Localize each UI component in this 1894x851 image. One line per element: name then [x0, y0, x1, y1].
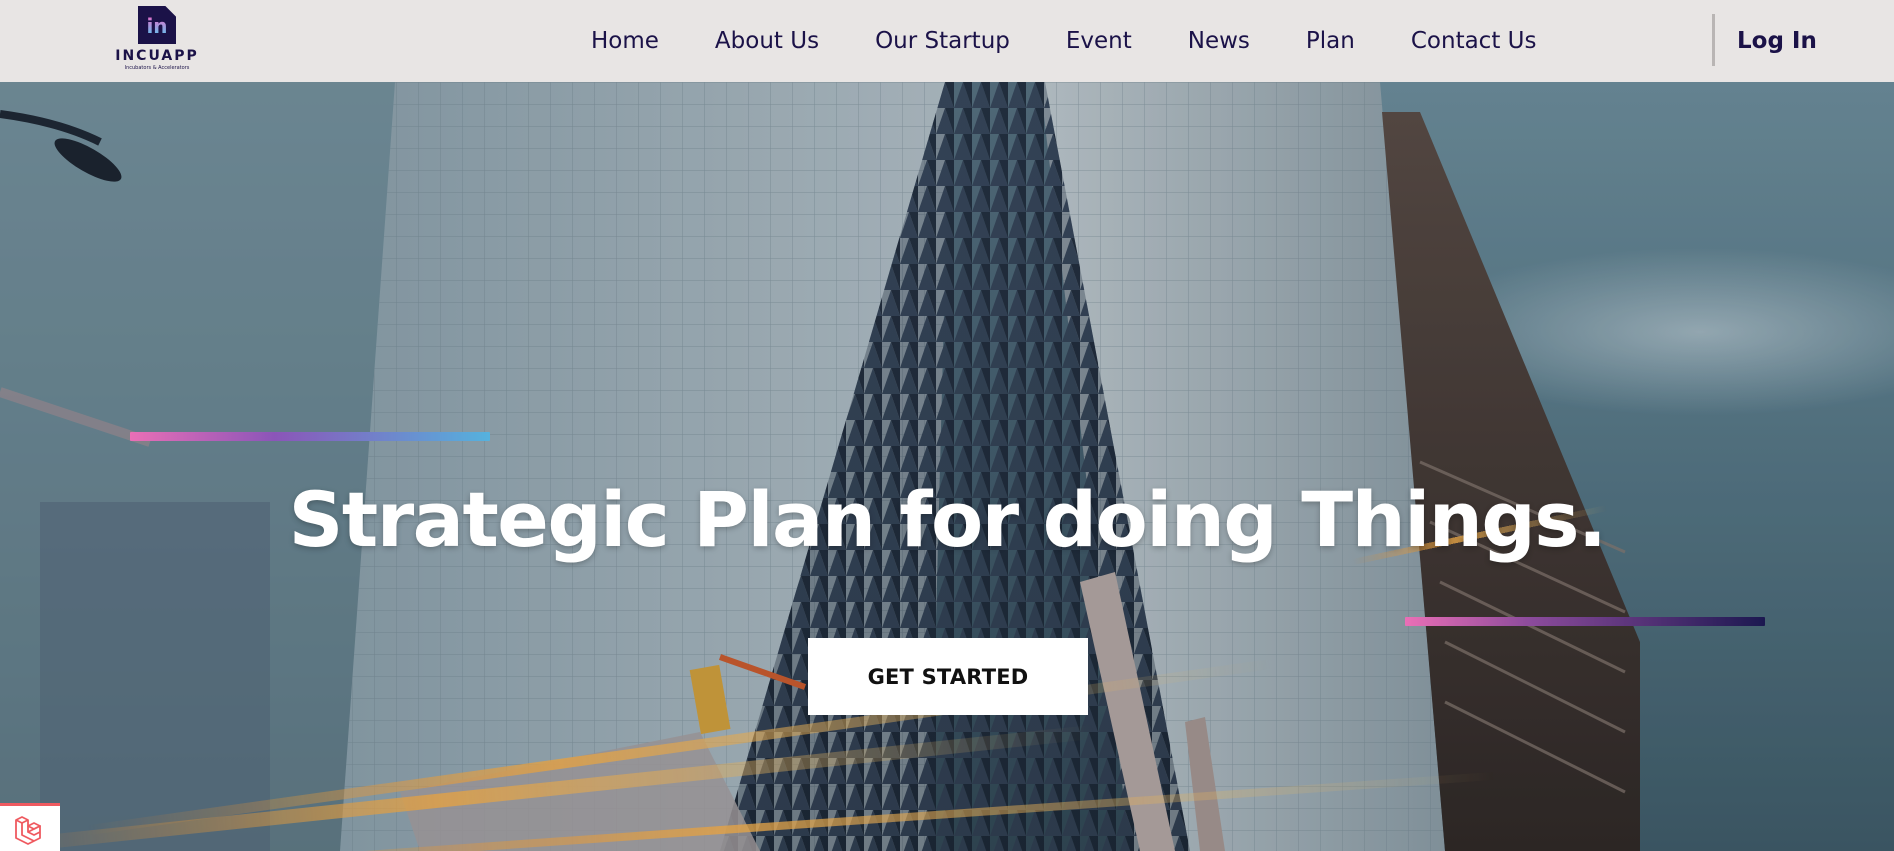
main-nav: Home About Us Our Startup Event News Pla…: [591, 0, 1536, 82]
nav-about-us[interactable]: About Us: [715, 28, 819, 54]
laravel-icon[interactable]: [0, 803, 60, 851]
hero-background-image: [0, 82, 1894, 851]
nav-our-startup[interactable]: Our Startup: [875, 28, 1010, 54]
top-navbar: in INCUAPP Incubators & Accelerators Hom…: [0, 0, 1894, 82]
logo-mark-text: in: [146, 14, 168, 38]
login-link[interactable]: Log In: [1737, 0, 1817, 82]
hero-title: Strategic Plan for doing Things.: [288, 475, 1607, 564]
nav-plan[interactable]: Plan: [1306, 28, 1355, 54]
brand-logo[interactable]: in INCUAPP Incubators & Accelerators: [112, 6, 202, 76]
hero-accent-line-bottom: [1405, 617, 1765, 626]
incuapp-logo-icon: in: [138, 6, 176, 44]
hero-accent-line-top: [130, 432, 490, 441]
nav-home[interactable]: Home: [591, 28, 659, 54]
brand-tagline: Incubators & Accelerators: [124, 65, 190, 71]
get-started-button[interactable]: GET STARTED: [808, 638, 1088, 715]
laravel-icon-glyph: [15, 815, 41, 845]
nav-news[interactable]: News: [1188, 28, 1250, 54]
nav-event[interactable]: Event: [1066, 28, 1132, 54]
brand-name: INCUAPP: [115, 48, 199, 64]
nav-contact-us[interactable]: Contact Us: [1411, 28, 1537, 54]
nav-divider: [1712, 14, 1715, 66]
hero-section: Strategic Plan for doing Things. GET STA…: [0, 82, 1894, 851]
